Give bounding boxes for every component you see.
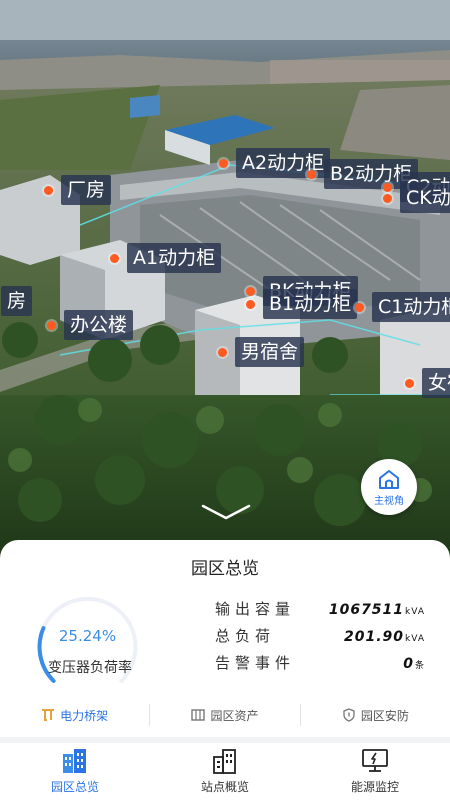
marker-dot-icon [47, 320, 56, 330]
marker-label: 男宿舍 [235, 337, 305, 367]
nav-item-energy-monitor[interactable]: 能源监控 [300, 743, 450, 800]
marker-label: 厂房 [61, 175, 112, 205]
marker-male-dorm[interactable]: 男宿舍 [218, 337, 305, 367]
marker-factory[interactable]: 厂房 [44, 175, 112, 205]
nav-label: 能源监控 [350, 780, 399, 794]
stat-alarm-events: 告警事件 0条 [215, 652, 425, 679]
subtab-label: 园区安防 [360, 708, 409, 723]
marker-label: 女宿 [422, 368, 450, 398]
marker-c1-cabinet[interactable]: C1动力柜 [355, 292, 450, 322]
assets-icon [191, 709, 206, 721]
marker-label: 办公楼 [64, 310, 134, 340]
marker-label: 房 [1, 286, 33, 316]
subtab-security[interactable]: 园区安防 [301, 707, 450, 724]
nav-label: 园区总览 [50, 780, 99, 794]
gauge-value: 25.24% [58, 627, 117, 645]
marker-dot-icon [44, 185, 53, 195]
nav-label: 站点概览 [200, 780, 249, 794]
marker-b1-cabinet[interactable]: B1动力柜 [246, 289, 358, 319]
stat-value: 1067511kVA [328, 602, 425, 618]
marker-label: C1动力柜 [372, 292, 450, 322]
marker-ck-cabinet[interactable]: CK动 [383, 183, 450, 213]
overview-panel: 园区总览 25.24% 变压器负荷率 输出容量 1067511kVA 总负荷 2… [0, 540, 450, 740]
home-view-button[interactable]: 主视角 [361, 459, 417, 515]
stat-label: 告警事件 [215, 654, 296, 672]
gauge-caption: 变压器负荷率 [48, 660, 132, 676]
panel-subtabs: 电力桥架 园区资产 园区安防 [0, 698, 450, 732]
nav-item-site-overview[interactable]: 站点概览 [150, 743, 300, 800]
marker-factory-left[interactable]: 房 [0, 286, 33, 316]
subtab-assets[interactable]: 园区资产 [150, 707, 299, 724]
marker-dot-icon [218, 347, 227, 357]
marker-dot-icon [307, 169, 316, 179]
marker-dot-icon [219, 158, 228, 168]
marker-dot-icon [110, 253, 119, 263]
subtab-cable-tray[interactable]: 电力桥架 [0, 707, 149, 724]
shield-icon [343, 708, 355, 722]
subtab-label: 园区资产 [210, 708, 259, 723]
marker-dot-icon [246, 299, 255, 309]
marker-a1-cabinet[interactable]: A1动力柜 [110, 243, 222, 273]
stat-total-load: 总负荷 201.90kVA [215, 625, 425, 652]
marker-label: CK动 [400, 183, 450, 213]
stat-value: 201.90kVA [344, 629, 425, 645]
monitor-icon [362, 749, 388, 772]
marker-dot-icon [355, 302, 364, 312]
chevron-down-icon[interactable] [200, 502, 252, 522]
site-building-icon [213, 749, 236, 774]
bottom-nav: 园区总览 站点概览 能源监控 [0, 743, 450, 800]
marker-label: B1动力柜 [263, 289, 358, 319]
nav-item-park-overview[interactable]: 园区总览 [0, 743, 150, 800]
park-3d-map[interactable]: 厂房 A2动力柜 B2动力柜 C2动 CK动 A1动力柜 房 办公楼 [0, 0, 450, 560]
stat-label: 总负荷 [215, 627, 276, 645]
marker-female-dorm[interactable]: 女宿 [405, 368, 450, 398]
app-screen: 厂房 A2动力柜 B2动力柜 C2动 CK动 A1动力柜 房 办公楼 [0, 0, 450, 800]
stat-output-capacity: 输出容量 1067511kVA [215, 598, 425, 625]
stat-value: 0条 [403, 656, 425, 672]
panel-title: 园区总览 [191, 559, 259, 579]
subtab-label: 电力桥架 [60, 708, 109, 723]
buildings-icon [63, 749, 86, 773]
marker-office[interactable]: 办公楼 [47, 310, 134, 340]
marker-dot-icon [383, 193, 392, 203]
marker-dot-icon [405, 378, 414, 388]
marker-label: A1动力柜 [127, 243, 222, 273]
home-icon [379, 469, 399, 489]
cable-tray-icon [42, 709, 55, 721]
stat-label: 输出容量 [215, 600, 296, 618]
transformer-load-gauge: 25.24% 变压器负荷率 [30, 595, 145, 695]
stats-list: 输出容量 1067511kVA 总负荷 201.90kVA 告警事件 0条 [215, 598, 425, 679]
home-view-label: 主视角 [374, 495, 404, 507]
